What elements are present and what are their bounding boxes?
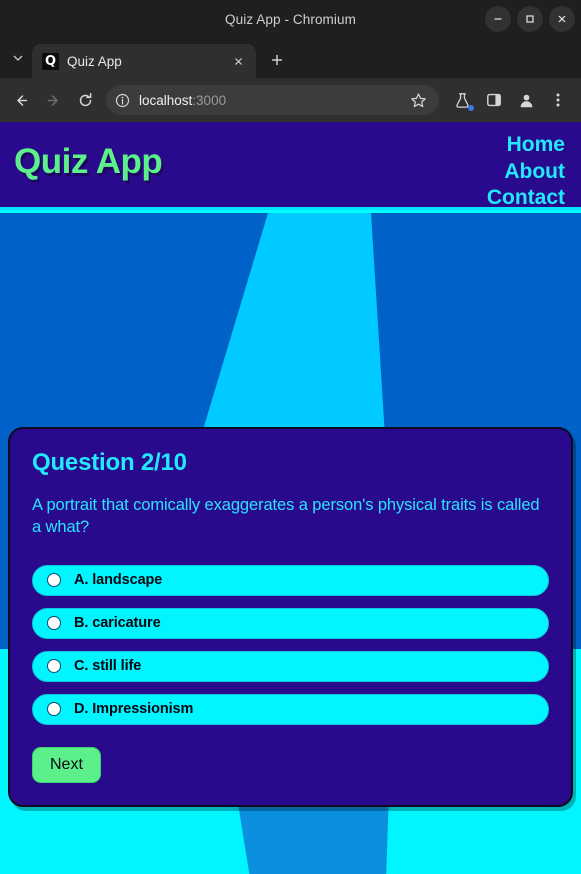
site-logo[interactable]: Quiz App [14,140,163,184]
tab-title: Quiz App [67,53,122,69]
radio-button-a[interactable] [47,573,61,588]
new-tab-button[interactable] [262,45,292,75]
site-header: Quiz App Home About Contact [0,122,581,210]
radio-button-b[interactable] [47,616,61,631]
answer-option-d-label: D. Impressionism [74,701,194,718]
close-icon[interactable] [228,51,248,71]
answer-options-list: A. landscape B. caricature C. still life… [32,564,549,725]
url-port: :3000 [192,92,227,108]
flask-experiment-icon[interactable] [447,85,477,115]
radio-button-c[interactable] [47,659,61,674]
next-button[interactable]: Next [32,746,101,783]
radio-button-d[interactable] [47,702,61,717]
close-button[interactable] [549,6,575,32]
quiz-card: Question 2/10 A portrait that comically … [8,427,573,807]
flask-notification-dot [468,105,474,111]
forward-arrow-icon[interactable] [38,85,68,115]
maximize-button[interactable] [517,6,543,32]
answer-option-c[interactable]: C. still life [32,650,549,682]
address-bar-url: localhost:3000 [139,93,226,108]
site-nav: Home About Contact [487,132,565,212]
browser-toolbar: localhost:3000 [0,78,581,122]
back-arrow-icon[interactable] [6,85,36,115]
address-bar[interactable]: localhost:3000 [106,85,439,115]
answer-option-c-label: C. still life [74,658,142,675]
minimize-button[interactable] [485,6,511,32]
nav-link-home[interactable]: Home [487,132,565,159]
window-title: Quiz App - Chromium [225,11,356,27]
three-dot-menu-icon[interactable] [543,85,573,115]
profile-avatar-icon[interactable] [511,85,541,115]
window-controls [485,0,575,38]
answer-option-d[interactable]: D. Impressionism [32,693,549,725]
star-icon[interactable] [410,92,427,109]
answer-option-b[interactable]: B. caricature [32,607,549,639]
site-info-icon[interactable] [115,93,130,108]
quiz-app-favicon: Q [42,52,59,70]
nav-link-about[interactable]: About [487,159,565,186]
url-host: localhost [139,92,193,108]
nav-link-contact[interactable]: Contact [487,185,565,212]
answer-option-a-label: A. landscape [74,572,163,589]
reload-icon[interactable] [70,85,100,115]
browser-titlebar: Quiz App - Chromium [0,0,581,38]
question-text: A portrait that comically exaggerates a … [32,496,540,537]
chevron-down-icon[interactable] [4,41,32,75]
browser-tab[interactable]: Q Quiz App [32,44,256,78]
answer-option-a[interactable]: A. landscape [32,564,549,596]
question-counter: Question 2/10 [32,449,187,476]
browser-tabstrip: Q Quiz App [0,38,581,78]
answer-option-b-label: B. caricature [74,615,161,632]
side-panel-icon[interactable] [479,85,509,115]
page-viewport: Quiz App Home About Contact Question 2/1… [0,122,581,874]
